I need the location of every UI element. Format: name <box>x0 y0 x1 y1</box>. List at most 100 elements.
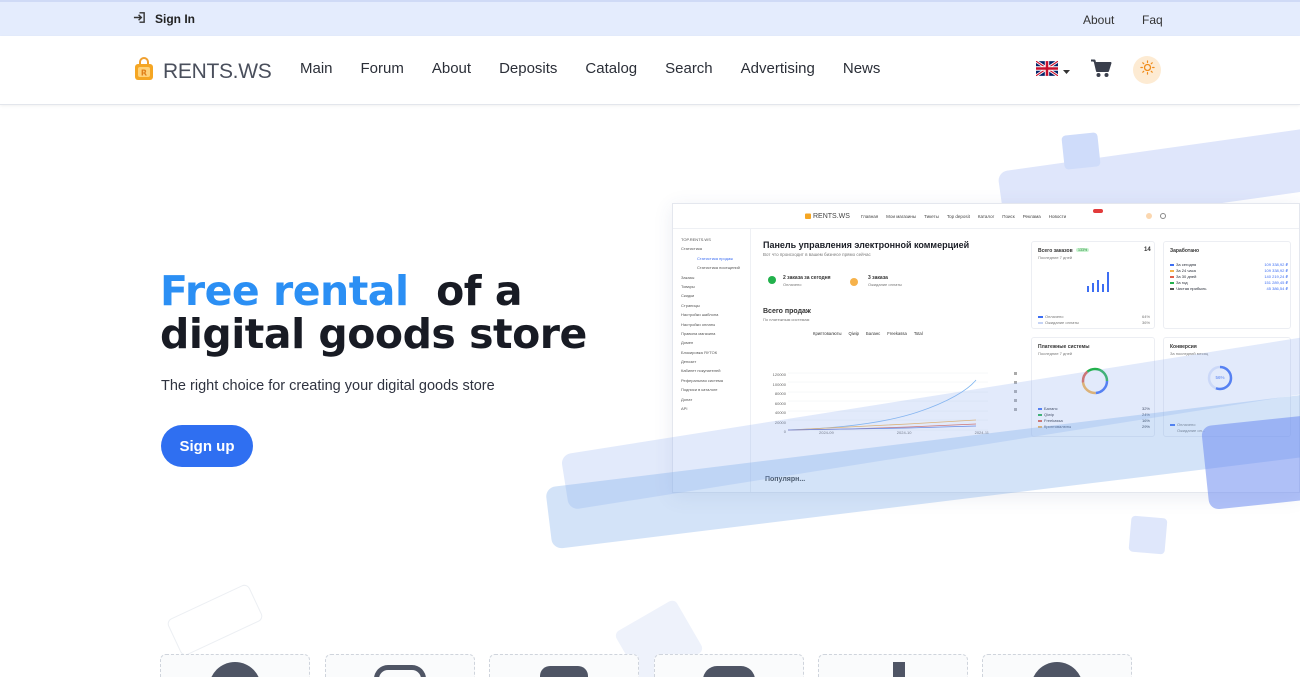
hero-title: Free rental of a digital goods store <box>160 270 587 356</box>
preview-earned-row-text: За сегодня <box>1176 262 1197 267</box>
preview-header: RENTS.WS Главная Мои магазины Тикеты Top… <box>673 204 1299 229</box>
nav-search[interactable]: Search <box>665 60 713 77</box>
chevron-down-icon <box>1063 62 1070 80</box>
preview-logo: RENTS.WS <box>805 212 850 221</box>
preview-nav-item: Реклама <box>1022 214 1041 219</box>
preview-earned-row-text: За год <box>1176 280 1188 285</box>
cart-button[interactable] <box>1091 59 1112 83</box>
hero-title-line2: digital goods store <box>160 310 587 358</box>
cart-icon <box>1091 59 1112 82</box>
preview-nav-item: Тикеты <box>924 214 939 219</box>
preview-nav-item: Поиск <box>1002 214 1015 219</box>
logo-text: RENTS.WS <box>163 59 272 83</box>
nav-main[interactable]: Main <box>300 60 333 77</box>
preview-sidebar-item: Реферальная система <box>681 377 724 383</box>
nav-catalog[interactable]: Catalog <box>585 60 637 77</box>
preview-total-orders-value: 14 <box>1144 247 1151 253</box>
preview-legend: Криптовалюты Qiwip Баланс Freekassa Tota… <box>813 331 923 336</box>
preview-legend-item: Total <box>913 331 923 336</box>
sign-in-icon <box>133 11 146 27</box>
preview-title: Панель управления электронной коммерцией <box>763 240 970 250</box>
nav-advertising[interactable]: Advertising <box>741 60 815 77</box>
preview-earned-card: Заработано За сегодня 109 338,92 ₽ За 24 … <box>1163 241 1291 329</box>
top-about-link[interactable]: About <box>1083 13 1114 27</box>
svg-text:R: R <box>141 69 147 78</box>
nav-about[interactable]: About <box>432 60 471 77</box>
logo[interactable]: R RENTS.WS <box>133 57 272 86</box>
preview-sidebar-item: Статистика посещений <box>697 265 740 271</box>
nav-forum[interactable]: Forum <box>361 60 404 77</box>
hero-title-rest: of a <box>436 267 523 315</box>
preview-paid-dot <box>768 276 776 284</box>
hero-title-accent: Free rental <box>160 267 409 315</box>
preview-orders-bars <box>1087 272 1109 292</box>
preview-earned-title: Заработано <box>1170 248 1200 254</box>
hero-subtitle: The right choice for creating your digit… <box>161 378 495 394</box>
preview-y-tick: 40000 <box>774 410 786 415</box>
preview-sidebar-item: API <box>681 406 688 412</box>
preview-logo-text: RENTS.WS <box>813 213 850 220</box>
preview-earned-swatch <box>1170 270 1174 272</box>
preview-y-tick: 100000 <box>772 381 786 387</box>
preview-nav-item: Каталог <box>977 214 995 219</box>
preview-paid-pct: 64% <box>1142 314 1151 319</box>
decor-line-bottom-left <box>165 582 265 658</box>
shopping-bag-logo-icon: R <box>133 57 155 86</box>
language-selector[interactable] <box>1035 59 1070 81</box>
instagram-icon <box>374 665 426 677</box>
preview-paid-swatch <box>1038 316 1043 318</box>
preview-user-icon <box>1160 213 1166 219</box>
sign-in-link[interactable]: Sign In <box>133 11 195 27</box>
decor-stripe-3 <box>1200 413 1300 511</box>
preview-total-orders-label: Всего заказов <box>1038 248 1073 254</box>
preview-pay-systems-title: Платежные системы <box>1038 344 1090 350</box>
preview-earned-swatch <box>1170 288 1174 290</box>
preview-earned-row-text: За 24 часа <box>1176 268 1196 273</box>
preview-total-orders-card: Всего заказов 133% 14 Последние 7 дней О… <box>1031 241 1155 329</box>
preview-earned-swatch <box>1170 282 1174 284</box>
decor-square-top <box>1061 132 1101 170</box>
preview-sidebar-item: TOP.RENTS.WS <box>681 237 711 242</box>
preview-waiting-swatch <box>1038 322 1043 324</box>
preview-earned-row-value: 45 386,54 ₽ <box>1266 286 1288 291</box>
preview-sidebar-item: Настройки оплаты <box>681 321 716 327</box>
sign-in-label: Sign In <box>155 12 195 26</box>
preview-sidebar-item: Заказы <box>681 274 695 280</box>
preview-earned-swatch <box>1170 276 1174 278</box>
main-header: R RENTS.WS Main Forum About Deposits Cat… <box>0 36 1300 105</box>
preview-nav-item: Мои магазины <box>886 214 917 219</box>
preview-earned-rows: За сегодня 109 338,92 ₽ За 24 часа 109 338… <box>1170 262 1288 292</box>
preview-legend-item: Freekassa <box>887 331 907 336</box>
preview-sidebar-item: Донат <box>681 396 693 402</box>
nav-news[interactable]: News <box>843 60 881 77</box>
preview-subtitle: Вот что происходит в вашем бизнесе прямо… <box>763 252 871 257</box>
theme-toggle-button[interactable] <box>1133 56 1161 84</box>
preview-sidebar-item: Страницы <box>681 302 700 308</box>
preview-orders-pending: 3 заказа <box>868 275 888 281</box>
preview-sidebar-item: Статистика <box>681 246 703 252</box>
preview-sidebar-item: Домен <box>681 340 694 346</box>
preview-earned-row-text: За 30 дней <box>1176 274 1197 279</box>
preview-sidebar-item: Правила магазина <box>681 330 716 336</box>
sun-icon <box>1139 60 1155 80</box>
top-faq-link[interactable]: Faq <box>1142 13 1163 27</box>
preview-pending-dot <box>850 278 858 286</box>
preview-y-tick: 60000 <box>774 400 786 406</box>
preview-sidebar-item: Кабинет покупателей <box>681 368 721 374</box>
sign-up-button[interactable]: Sign up <box>161 425 253 467</box>
discord-icon <box>703 666 755 677</box>
preview-earned-row: Чистая прибыль 45 386,54 ₽ <box>1170 286 1288 292</box>
preview-sales-title: Всего продаж <box>763 308 811 315</box>
preview-legend-item: Криптовалюты <box>813 331 842 336</box>
preview-waiting-pct: 36% <box>1142 320 1151 325</box>
preview-theme-dot <box>1146 213 1152 219</box>
preview-sidebar-item: Скидки <box>681 293 695 299</box>
preview-sidebar-item: Блокировка ЯУТОК <box>681 349 718 355</box>
preview-sales-sub: По платежным системам <box>763 317 810 322</box>
decor-square-bottom <box>1128 515 1168 555</box>
preview-conversion-title: Конверсия <box>1170 344 1197 350</box>
nav-deposits[interactable]: Deposits <box>499 60 557 77</box>
preview-legend-item: Баланс <box>866 331 881 336</box>
preview-earned-row-text: Чистая прибыль <box>1176 286 1207 291</box>
preview-waiting-label: Ожидание оплаты <box>1045 320 1079 325</box>
